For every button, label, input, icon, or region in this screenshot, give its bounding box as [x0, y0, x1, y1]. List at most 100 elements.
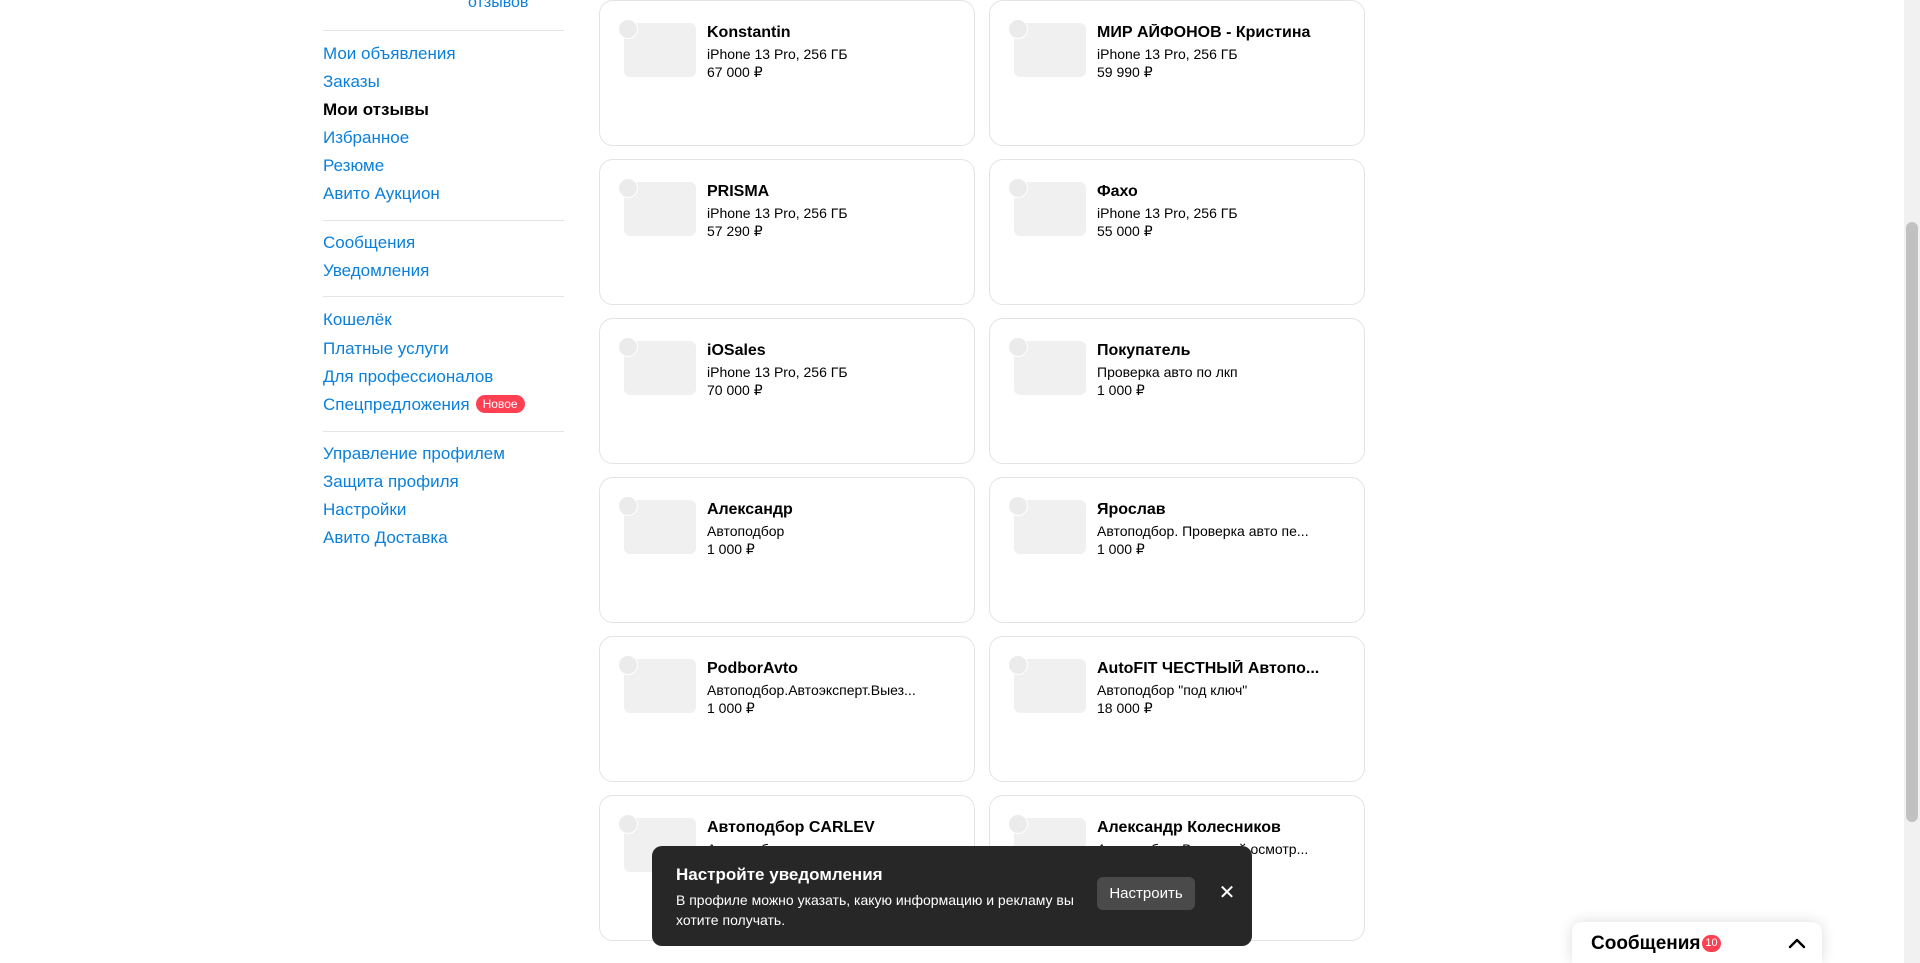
review-card[interactable]: PodborAvto Автоподбор.Автоэксперт.Выез...…: [599, 636, 975, 782]
sidebar-item[interactable]: Спецпредложения Новое: [323, 395, 525, 415]
review-card[interactable]: Александр Автоподбор 1 000 ₽: [599, 477, 975, 623]
sidebar-item-label: Спецпредложения: [323, 395, 470, 414]
sidebar-item[interactable]: Избранное: [323, 128, 409, 148]
item-title: Автоподбор: [707, 523, 785, 539]
review-card[interactable]: iOSales iPhone 13 Pro, 256 ГБ 70 000 ₽: [599, 318, 975, 464]
sidebar-item[interactable]: Резюме: [323, 156, 384, 176]
sidebar-item-label: Мои объявления: [323, 44, 456, 63]
seller-name: МИР АЙФОНОВ - Кристина: [1097, 24, 1311, 41]
sidebar-item[interactable]: Авито Доставка: [323, 528, 448, 548]
toast-body: В профиле можно указать, какую информаци…: [676, 892, 1074, 928]
item-title: Автоподбор. Проверка авто пе...: [1097, 523, 1309, 539]
notification-settings-toast: Настройте уведомления В профиле можно ук…: [652, 846, 1252, 946]
item-price: 1 000 ₽: [1097, 382, 1145, 398]
item-title: iPhone 13 Pro, 256 ГБ: [707, 46, 848, 62]
review-select-checkbox[interactable]: [1008, 337, 1028, 357]
sidebar-item-label: Для профессионалов: [323, 367, 494, 386]
item-price: 57 290 ₽: [707, 223, 763, 239]
seller-name: PodborAvto: [707, 660, 798, 677]
review-card[interactable]: PRISMA iPhone 13 Pro, 256 ГБ 57 290 ₽: [599, 159, 975, 305]
seller-name: Покупатель: [1097, 342, 1191, 359]
seller-name: AutoFIT ЧЕСТНЫЙ Автопо...: [1097, 660, 1320, 677]
seller-name: PRISMA: [707, 183, 770, 200]
messages-dock[interactable]: Сообщения 10: [1572, 922, 1822, 963]
sidebar-item-label: Избранное: [323, 128, 410, 147]
item-price: 18 000 ₽: [1097, 700, 1153, 716]
page-scrollbar-thumb[interactable]: [1906, 222, 1918, 822]
sidebar-item[interactable]: Уведомления: [323, 261, 429, 281]
item-price: 55 000 ₽: [1097, 223, 1153, 239]
review-select-checkbox[interactable]: [618, 814, 638, 834]
sidebar-item[interactable]: Мои отзывы: [323, 100, 429, 120]
item-price: 1 000 ₽: [707, 541, 755, 557]
sidebar-item-label: Платные услуги: [323, 339, 449, 358]
review-select-checkbox[interactable]: [618, 337, 638, 357]
sidebar-item[interactable]: Авито Аукцион: [323, 184, 440, 204]
review-card[interactable]: Фахо iPhone 13 Pro, 256 ГБ 55 000 ₽: [989, 159, 1365, 305]
seller-name: iOSales: [707, 342, 766, 359]
sidebar-item-label: Управление профилем: [323, 444, 505, 463]
review-select-checkbox[interactable]: [618, 178, 638, 198]
sidebar-item-label: Резюме: [323, 156, 385, 175]
sidebar-item[interactable]: Управление профилем: [323, 444, 505, 464]
review-card[interactable]: AutoFIT ЧЕСТНЫЙ Автопо... Автоподбор "под…: [989, 636, 1365, 782]
review-select-checkbox[interactable]: [618, 655, 638, 675]
seller-name: Александр Колесников: [1097, 819, 1281, 836]
item-title: Автоподбор.Автоэксперт.Выез...: [707, 682, 916, 698]
sidebar-item[interactable]: Сообщения: [323, 233, 415, 253]
review-select-checkbox[interactable]: [618, 496, 638, 516]
sidebar-item[interactable]: Мои объявления: [323, 44, 456, 64]
review-select-checkbox[interactable]: [1008, 814, 1028, 834]
messages-unread-badge: 10: [1702, 935, 1721, 952]
item-title: iPhone 13 Pro, 256 ГБ: [707, 205, 848, 221]
review-card[interactable]: Ярослав Автоподбор. Проверка авто пе... 1 …: [989, 477, 1365, 623]
sidebar-item[interactable]: Заказы: [323, 72, 380, 92]
sidebar-divider: [323, 296, 564, 297]
item-price: 1 000 ₽: [707, 700, 755, 716]
sidebar-divider: [323, 220, 564, 221]
close-icon[interactable]: ✕: [1216, 882, 1238, 904]
sidebar-item[interactable]: Для профессионалов: [323, 367, 493, 387]
review-card[interactable]: Покупатель Проверка авто по лкп 1 000 ₽: [989, 318, 1365, 464]
item-title: iPhone 13 Pro, 256 ГБ: [1097, 46, 1238, 62]
review-select-checkbox[interactable]: [1008, 496, 1028, 516]
sidebar-item-label: Настройки: [323, 500, 407, 519]
seller-name: Konstantin: [707, 24, 791, 41]
toast-title: Настройте уведомления: [676, 865, 883, 884]
item-title: Автоподбор "под ключ": [1097, 682, 1248, 698]
item-title: iPhone 13 Pro, 256 ГБ: [707, 364, 848, 380]
review-select-checkbox[interactable]: [618, 19, 638, 39]
sidebar-item-label: Кошелёк: [323, 310, 392, 329]
sidebar-item-label: Авито Аукцион: [323, 184, 440, 203]
sidebar-item[interactable]: Кошелёк: [323, 310, 392, 330]
sidebar-item-label: Авито Доставка: [323, 528, 448, 547]
seller-name: Александр: [707, 501, 793, 518]
review-select-checkbox[interactable]: [1008, 655, 1028, 675]
review-select-checkbox[interactable]: [1008, 19, 1028, 39]
review-card[interactable]: МИР АЙФОНОВ - Кристина iPhone 13 Pro, 256…: [989, 0, 1365, 146]
sidebar-item[interactable]: Платные услуги: [323, 339, 449, 359]
review-select-checkbox[interactable]: [1008, 178, 1028, 198]
sidebar-item-label: Уведомления: [323, 261, 430, 280]
sidebar-divider: [323, 30, 564, 31]
item-title: Проверка авто по лкп: [1097, 364, 1238, 380]
sidebar-item-label: Защита профиля: [323, 472, 459, 491]
sidebar-item[interactable]: Защита профиля: [323, 472, 459, 492]
seller-name: Фахо: [1097, 183, 1138, 200]
configure-button[interactable]: Настроить: [1097, 877, 1195, 910]
new-badge: Новое: [475, 395, 525, 413]
chevron-up-icon[interactable]: [1787, 934, 1807, 954]
sidebar-item-label: Заказы: [323, 72, 380, 91]
item-price: 59 990 ₽: [1097, 64, 1153, 80]
seller-name: Ярослав: [1097, 501, 1166, 518]
sidebar-divider: [323, 431, 564, 432]
messages-dock-label: Сообщения: [1591, 933, 1701, 954]
seller-name: Автоподбор CARLEV: [707, 819, 875, 836]
item-title: iPhone 13 Pro, 256 ГБ: [1097, 205, 1238, 221]
sidebar-item-label: Мои отзывы: [323, 100, 429, 119]
sidebar-item[interactable]: Настройки: [323, 500, 406, 520]
sidebar-item-label: Сообщения: [323, 233, 416, 252]
review-card[interactable]: Konstantin iPhone 13 Pro, 256 ГБ 67 000 ₽: [599, 0, 975, 146]
reviews-count-link[interactable]: отзывов: [468, 0, 528, 12]
item-price: 67 000 ₽: [707, 64, 763, 80]
